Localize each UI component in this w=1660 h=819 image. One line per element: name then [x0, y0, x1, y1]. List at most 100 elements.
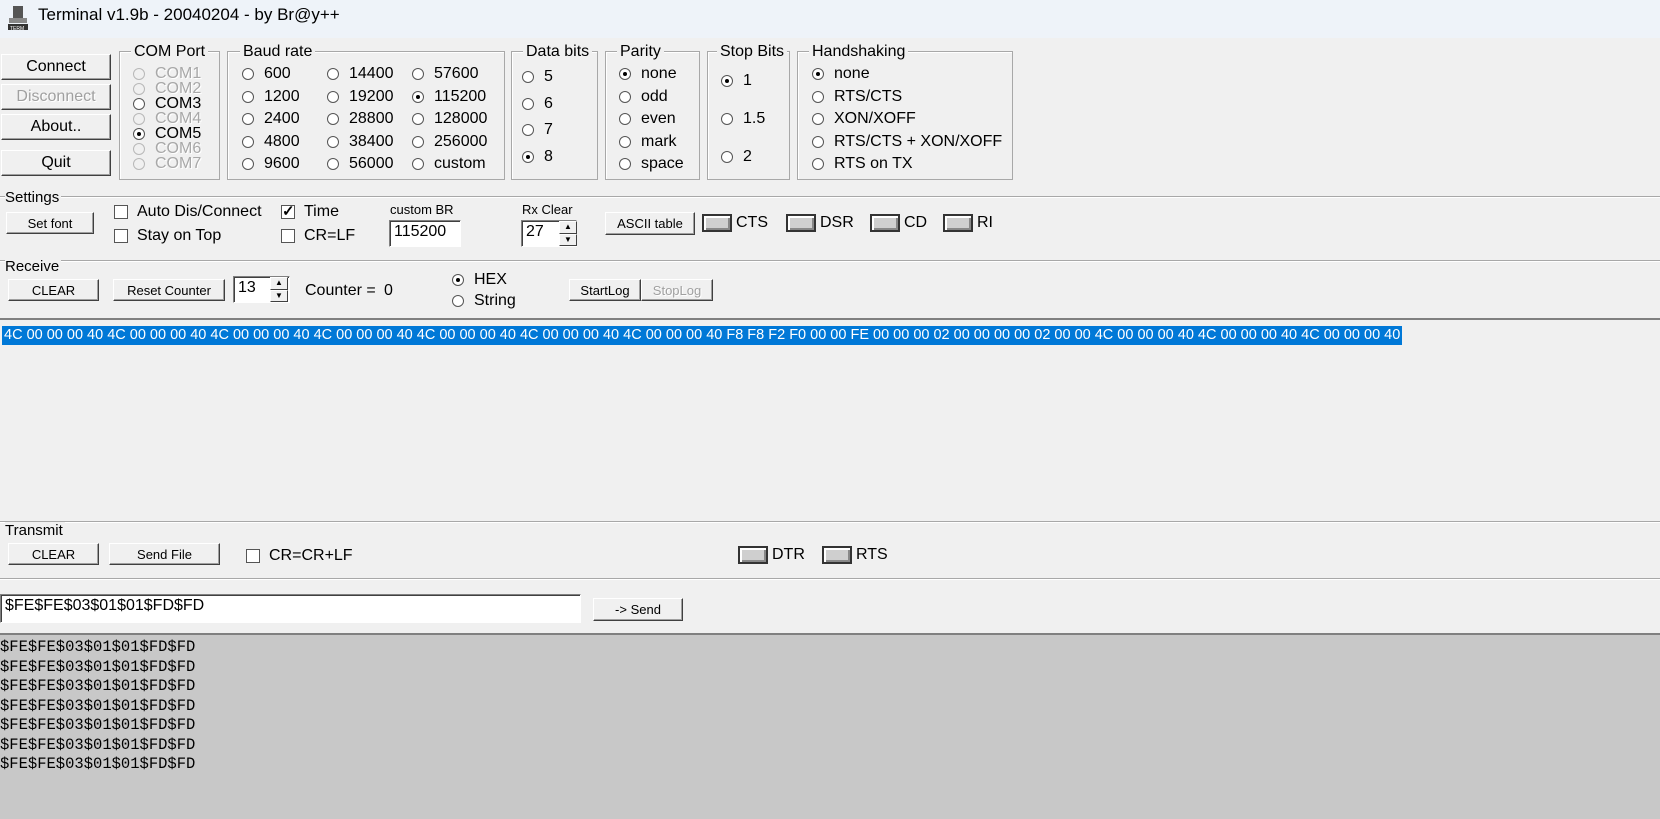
stop-bits-radio-1[interactable]: 1 [721, 72, 752, 90]
handshaking-radio-1-dot[interactable] [812, 90, 824, 103]
baud-radio-600[interactable]: 600 [242, 65, 291, 83]
baud-radio-2400[interactable]: 2400 [242, 110, 300, 128]
data-bits-radio-5-dot[interactable] [522, 71, 534, 83]
parity-radio-odd[interactable]: odd [619, 88, 668, 106]
crlf-box[interactable] [281, 229, 295, 243]
baud-radio-custom[interactable]: custom [412, 155, 486, 173]
com-radio-com6-dot[interactable] [133, 143, 145, 155]
parity-radio-none-dot[interactable] [619, 68, 631, 80]
handshaking-radio-3-dot[interactable] [812, 135, 824, 148]
baud-radio-1200[interactable]: 1200 [242, 88, 300, 106]
data-bits-radio-5[interactable]: 5 [522, 68, 553, 86]
com-radio-com1-dot[interactable] [133, 68, 145, 80]
com-radio-com7[interactable]: COM7 [133, 155, 201, 173]
custom-br-input[interactable]: 115200 [389, 220, 461, 247]
baud-radio-19200-dot[interactable] [327, 90, 339, 103]
baud-radio-38400[interactable]: 38400 [327, 133, 394, 151]
baud-radio-4800[interactable]: 4800 [242, 133, 300, 151]
baud-radio-56000-dot[interactable] [327, 158, 339, 170]
parity-radio-odd-dot[interactable] [619, 90, 631, 103]
handshaking-radio-2-dot[interactable] [812, 113, 824, 125]
baud-radio-38400-dot[interactable] [327, 135, 339, 148]
data-bits-radio-8-dot[interactable] [522, 150, 534, 163]
baud-radio-4800-dot[interactable] [242, 135, 254, 148]
receive-output[interactable]: 4C 00 00 00 40 4C 00 00 00 40 4C 00 00 0… [0, 318, 1660, 514]
connect-button[interactable]: Connect [1, 54, 111, 80]
parity-radio-space-dot[interactable] [619, 158, 631, 170]
transmit-input[interactable]: $FE$FE$03$01$01$FD$FD [0, 594, 581, 623]
baud-radio-57600-dot[interactable] [412, 68, 424, 80]
baud-radio-2400-dot[interactable] [242, 113, 254, 125]
com-radio-com3-dot[interactable] [133, 98, 145, 110]
string-radio[interactable]: String [452, 292, 516, 310]
parity-radio-mark-dot[interactable] [619, 135, 631, 148]
crlf-checkbox[interactable]: CR=LF [281, 227, 355, 245]
hex-radio[interactable]: HEX [452, 271, 507, 289]
transmit-log[interactable]: $FE$FE$03$01$01$FD$FD $FE$FE$03$01$01$FD$… [0, 633, 1660, 819]
parity-radio-space[interactable]: space [619, 155, 684, 173]
parity-radio-even[interactable]: even [619, 110, 676, 128]
handshaking-radio-3[interactable]: RTS/CTS + XON/XOFF [812, 133, 1002, 151]
transmit-clear-button[interactable]: CLEAR [8, 543, 99, 565]
data-bits-radio-7[interactable]: 7 [522, 121, 553, 139]
baud-radio-128000[interactable]: 128000 [412, 110, 487, 128]
receive-clear-button[interactable]: CLEAR [8, 279, 99, 301]
data-bits-radio-7-dot[interactable] [522, 124, 534, 136]
baud-radio-115200-dot[interactable] [412, 90, 424, 103]
baud-radio-28800-dot[interactable] [327, 113, 339, 125]
stop-bits-radio-1.5[interactable]: 1.5 [721, 110, 765, 128]
stop-bits-radio-2-dot[interactable] [721, 151, 733, 163]
baud-radio-28800[interactable]: 28800 [327, 110, 394, 128]
spin-down-icon[interactable]: ▼ [270, 289, 288, 302]
baud-radio-1200-dot[interactable] [242, 90, 254, 103]
set-font-button[interactable]: Set font [6, 212, 94, 234]
send-file-button[interactable]: Send File [109, 543, 220, 565]
com-radio-com2-dot[interactable] [133, 83, 145, 95]
baud-radio-9600-dot[interactable] [242, 158, 254, 170]
baud-radio-57600[interactable]: 57600 [412, 65, 479, 83]
baud-radio-14400-dot[interactable] [327, 68, 339, 80]
time-box[interactable] [281, 202, 295, 220]
spin-up-icon[interactable]: ▲ [559, 221, 577, 234]
parity-radio-even-dot[interactable] [619, 113, 631, 125]
start-log-button[interactable]: StartLog [569, 279, 641, 301]
handshaking-radio-2[interactable]: XON/XOFF [812, 110, 916, 128]
handshaking-radio-4[interactable]: RTS on TX [812, 155, 913, 173]
auto-dis-connect-box[interactable] [114, 205, 128, 219]
cr-crlf-checkbox[interactable]: CR=CR+LF [246, 547, 353, 565]
stop-log-button[interactable]: StopLog [641, 279, 713, 301]
handshaking-radio-0[interactable]: none [812, 65, 870, 83]
parity-radio-mark[interactable]: mark [619, 133, 677, 151]
data-bits-radio-6-dot[interactable] [522, 97, 534, 110]
baud-radio-custom-dot[interactable] [412, 158, 424, 170]
stop-bits-radio-2[interactable]: 2 [721, 148, 752, 166]
baud-radio-19200[interactable]: 19200 [327, 88, 394, 106]
parity-radio-none[interactable]: none [619, 65, 677, 83]
send-button[interactable]: -> Send [593, 598, 683, 621]
data-bits-radio-6[interactable]: 6 [522, 95, 553, 113]
baud-radio-256000[interactable]: 256000 [412, 133, 487, 151]
baud-radio-256000-dot[interactable] [412, 135, 424, 148]
hex-radio-dot[interactable] [452, 274, 464, 286]
counter-spinner[interactable]: ▲ ▼ [270, 277, 288, 302]
baud-radio-56000[interactable]: 56000 [327, 155, 394, 173]
stop-bits-radio-1-dot[interactable] [721, 75, 733, 87]
stop-bits-radio-1.5-dot[interactable] [721, 113, 733, 125]
baud-radio-600-dot[interactable] [242, 68, 254, 80]
stay-on-top-checkbox[interactable]: Stay on Top [114, 227, 221, 245]
spin-down-icon[interactable]: ▼ [559, 233, 577, 246]
ascii-table-button[interactable]: ASCII table [605, 212, 695, 235]
rx-clear-spinner[interactable]: ▲ ▼ [559, 221, 577, 246]
receive-data-line[interactable]: 4C 00 00 00 40 4C 00 00 00 40 4C 00 00 0… [2, 326, 1403, 345]
baud-radio-14400[interactable]: 14400 [327, 65, 394, 83]
data-bits-radio-8[interactable]: 8 [522, 148, 553, 166]
reset-counter-button[interactable]: Reset Counter [113, 279, 225, 301]
com-radio-com5-dot[interactable] [133, 128, 145, 140]
stay-on-top-box[interactable] [114, 229, 128, 243]
com-radio-com7-dot[interactable] [133, 158, 145, 170]
baud-radio-128000-dot[interactable] [412, 113, 424, 125]
about-button[interactable]: About.. [1, 114, 111, 140]
spin-up-icon[interactable]: ▲ [270, 277, 288, 290]
com-radio-com4-dot[interactable] [133, 113, 145, 125]
baud-radio-9600[interactable]: 9600 [242, 155, 300, 173]
